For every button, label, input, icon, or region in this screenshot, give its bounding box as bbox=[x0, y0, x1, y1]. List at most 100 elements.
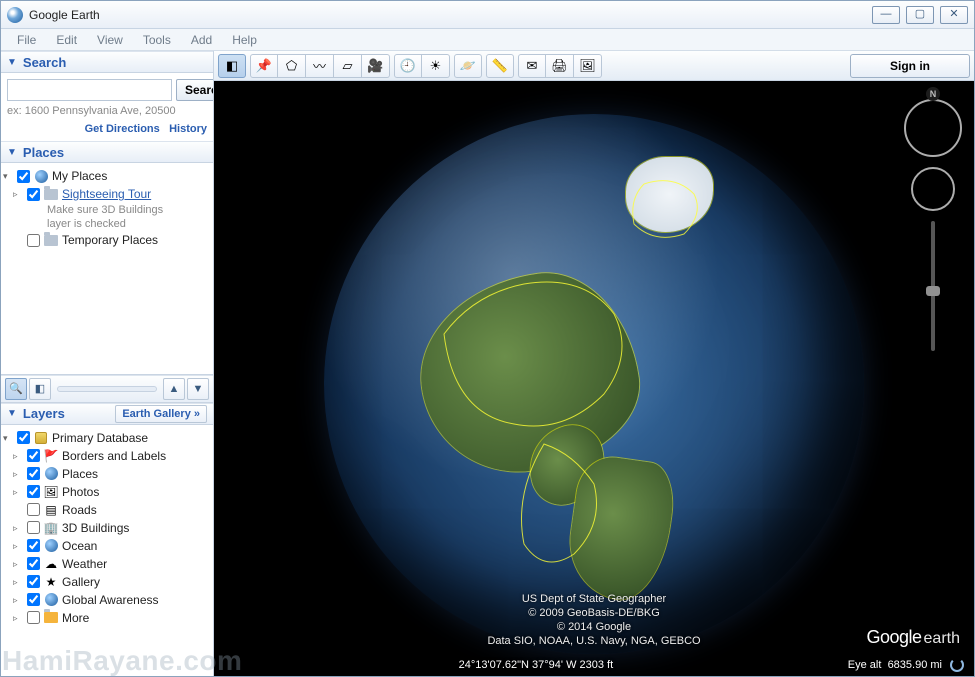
add-polygon-button[interactable]: ⬠ bbox=[278, 54, 306, 78]
layer-item[interactable]: ▹☁Weather bbox=[3, 555, 211, 573]
history-imagery-button[interactable]: 🕘 bbox=[394, 54, 422, 78]
record-tour-button[interactable]: 🎥 bbox=[362, 54, 390, 78]
tree-node-sightseeing[interactable]: ▹ Sightseeing Tour bbox=[3, 185, 211, 203]
look-joystick[interactable]: N bbox=[904, 99, 962, 157]
tree-label[interactable]: Sightseeing Tour bbox=[62, 185, 151, 203]
checkbox[interactable] bbox=[27, 557, 40, 570]
checkbox[interactable] bbox=[27, 188, 40, 201]
compass-north-icon[interactable]: N bbox=[926, 87, 940, 101]
layer-item[interactable]: ▹★Gallery bbox=[3, 573, 211, 591]
move-up-button[interactable]: ▲ bbox=[163, 378, 185, 400]
checkbox[interactable] bbox=[27, 503, 40, 516]
close-button[interactable]: ✕ bbox=[940, 6, 968, 24]
expand-icon[interactable] bbox=[13, 501, 23, 519]
expand-icon[interactable]: ▹ bbox=[13, 555, 23, 573]
opacity-slider[interactable] bbox=[57, 386, 157, 392]
checkbox[interactable] bbox=[27, 539, 40, 552]
viewport-wrap: ◧ 📌 ⬠ 〰 ▱ 🎥 🕘 ☀ 🪐 📏 ✉ 🖨 🖼 bbox=[214, 51, 974, 676]
layers-panel-header[interactable]: ▼ Layers Earth Gallery » bbox=[1, 403, 213, 425]
attrib-line: © 2009 GeoBasis-DE/BKG bbox=[487, 606, 700, 620]
expand-icon[interactable]: ▹ bbox=[13, 483, 23, 501]
expand-icon[interactable]: ▹ bbox=[13, 591, 23, 609]
earth-gallery-button[interactable]: Earth Gallery » bbox=[115, 405, 207, 423]
zoom-handle[interactable] bbox=[926, 286, 940, 296]
expand-icon[interactable]: ▹ bbox=[13, 465, 23, 483]
zoom-slider[interactable] bbox=[931, 221, 935, 351]
checkbox[interactable] bbox=[17, 170, 30, 183]
google-earth-logo: Googleearth bbox=[866, 627, 960, 648]
tree-node-primary-db[interactable]: ▾ Primary Database bbox=[3, 429, 211, 447]
get-directions-link[interactable]: Get Directions bbox=[85, 123, 160, 135]
layer-item[interactable]: ▹Global Awareness bbox=[3, 591, 211, 609]
layer-label: Places bbox=[62, 465, 98, 483]
ruler-button[interactable]: 📏 bbox=[486, 54, 514, 78]
email-button[interactable]: ✉ bbox=[518, 54, 546, 78]
folder-icon bbox=[44, 233, 58, 247]
globe-viewport[interactable]: N US Dept of State Geographer © 2009 Geo… bbox=[214, 81, 974, 676]
maximize-button[interactable]: ▢ bbox=[906, 6, 934, 24]
layer-item[interactable]: ▹ Places bbox=[3, 465, 211, 483]
signin-button[interactable]: Sign in bbox=[850, 54, 970, 78]
layers-tree: ▾ Primary Database ▹🚩Borders and Labels … bbox=[1, 425, 213, 676]
expand-icon[interactable]: ▹ bbox=[13, 573, 23, 591]
menu-tools[interactable]: Tools bbox=[133, 31, 181, 49]
print-button[interactable]: 🖨 bbox=[546, 54, 574, 78]
minimize-button[interactable]: — bbox=[872, 6, 900, 24]
checkbox[interactable] bbox=[17, 431, 30, 444]
expand-icon[interactable]: ▹ bbox=[13, 185, 23, 203]
checkbox[interactable] bbox=[27, 234, 40, 247]
sunlight-button[interactable]: ☀ bbox=[422, 54, 450, 78]
menu-file[interactable]: File bbox=[7, 31, 46, 49]
globe[interactable] bbox=[324, 114, 864, 654]
move-joystick[interactable] bbox=[911, 167, 955, 211]
menu-edit[interactable]: Edit bbox=[46, 31, 87, 49]
places-panel-header[interactable]: ▼ Places bbox=[1, 141, 213, 163]
checkbox[interactable] bbox=[27, 575, 40, 588]
globe-icon bbox=[44, 539, 58, 553]
search-input[interactable] bbox=[7, 79, 172, 101]
layer-item[interactable]: ▹🖼Photos bbox=[3, 483, 211, 501]
search-panel-header[interactable]: ▼ Search bbox=[1, 51, 213, 73]
add-image-overlay-button[interactable]: ▱ bbox=[334, 54, 362, 78]
layer-item[interactable]: ▤Roads bbox=[3, 501, 211, 519]
checkbox[interactable] bbox=[27, 467, 40, 480]
layer-item[interactable]: ▹🚩Borders and Labels bbox=[3, 447, 211, 465]
titlebar[interactable]: Google Earth — ▢ ✕ bbox=[1, 1, 974, 29]
checkbox[interactable] bbox=[27, 611, 40, 624]
expand-icon[interactable]: ▾ bbox=[3, 167, 13, 185]
move-down-button[interactable]: ▼ bbox=[187, 378, 209, 400]
checkbox[interactable] bbox=[27, 593, 40, 606]
panel-toggle-button[interactable]: ◧ bbox=[29, 378, 51, 400]
layer-label: More bbox=[62, 609, 89, 627]
app-window: Google Earth — ▢ ✕ File Edit View Tools … bbox=[0, 0, 975, 677]
tree-node-temporary[interactable]: Temporary Places bbox=[3, 231, 211, 249]
expand-icon[interactable]: ▹ bbox=[13, 519, 23, 537]
tree-node-my-places[interactable]: ▾ My Places bbox=[3, 167, 211, 185]
menu-view[interactable]: View bbox=[87, 31, 133, 49]
add-placemark-button[interactable]: 📌 bbox=[250, 54, 278, 78]
layer-label: Gallery bbox=[62, 573, 100, 591]
menu-help[interactable]: Help bbox=[222, 31, 267, 49]
checkbox[interactable] bbox=[27, 449, 40, 462]
find-button[interactable]: 🔍 bbox=[5, 378, 27, 400]
checkbox[interactable] bbox=[27, 521, 40, 534]
search-button[interactable]: Search bbox=[176, 79, 214, 101]
sidebar-toggle-button[interactable]: ◧ bbox=[218, 54, 246, 78]
expand-icon[interactable] bbox=[13, 231, 23, 249]
save-image-button[interactable]: 🖼 bbox=[574, 54, 602, 78]
layer-item[interactable]: ▹ More bbox=[3, 609, 211, 627]
add-path-button[interactable]: 〰 bbox=[306, 54, 334, 78]
collapse-icon: ▼ bbox=[7, 408, 17, 419]
layer-label: Borders and Labels bbox=[62, 447, 166, 465]
expand-icon[interactable]: ▹ bbox=[13, 609, 23, 627]
history-link[interactable]: History bbox=[169, 123, 207, 135]
layer-item[interactable]: ▹🏢3D Buildings bbox=[3, 519, 211, 537]
expand-icon[interactable]: ▹ bbox=[13, 447, 23, 465]
expand-icon[interactable]: ▾ bbox=[3, 429, 13, 447]
expand-icon[interactable]: ▹ bbox=[13, 537, 23, 555]
cloud-icon: ☁ bbox=[44, 557, 58, 571]
layer-item[interactable]: ▹Ocean bbox=[3, 537, 211, 555]
planets-button[interactable]: 🪐 bbox=[454, 54, 482, 78]
checkbox[interactable] bbox=[27, 485, 40, 498]
menu-add[interactable]: Add bbox=[181, 31, 222, 49]
